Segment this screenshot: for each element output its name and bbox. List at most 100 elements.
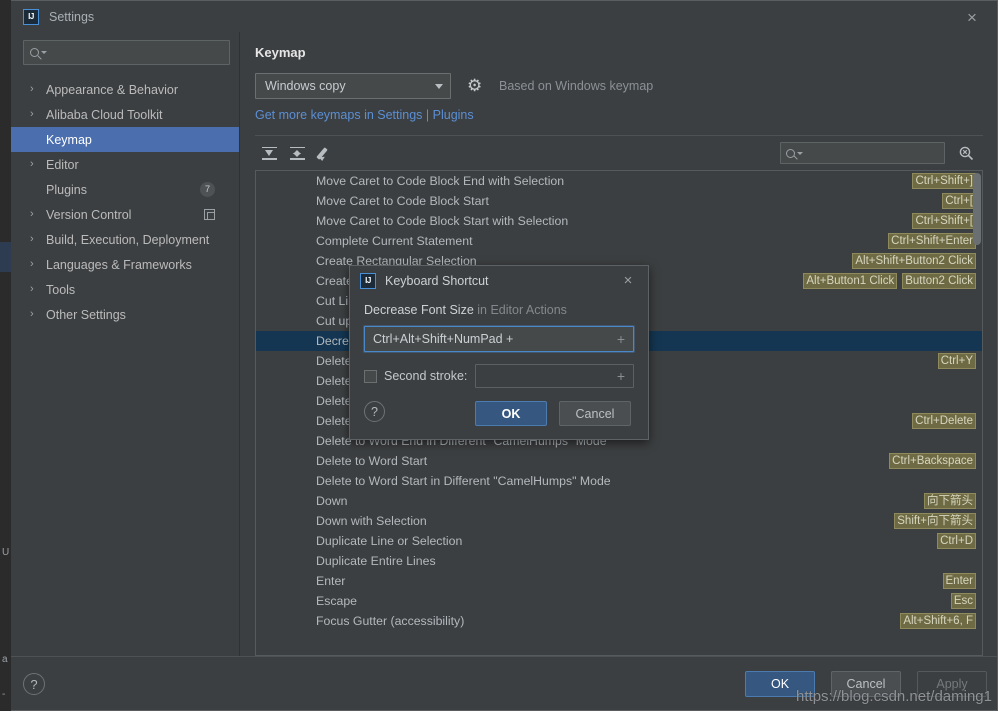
sidebar-item-appearance[interactable]: › Appearance & Behavior	[11, 77, 239, 102]
sidebar-item-build-execution-deployment[interactable]: › Build, Execution, Deployment	[11, 227, 239, 252]
background-glyph: U	[2, 548, 11, 558]
copy-icon	[204, 209, 215, 220]
chevron-right-icon: ›	[30, 84, 40, 95]
table-row[interactable]: Duplicate Line or SelectionCtrl+D	[256, 531, 982, 551]
background-tab	[0, 242, 11, 272]
table-row[interactable]: Complete Current Statement Ctrl+Shift+Ent…	[256, 231, 982, 251]
table-row[interactable]: Enter Enter	[256, 571, 982, 591]
sidebar-item-plugins[interactable]: › Plugins 7	[11, 177, 239, 202]
help-icon[interactable]: ?	[23, 673, 45, 695]
plus-icon: +	[617, 368, 625, 384]
shortcut-group: Alt+Shift+6, F	[900, 613, 976, 629]
table-row[interactable]: Delete to Word StartCtrl+Backspace	[256, 451, 982, 471]
sidebar-item-keymap[interactable]: › Keymap	[11, 127, 239, 152]
action-label: Focus Gutter (accessibility)	[316, 614, 464, 628]
sidebar-item-label: Editor	[46, 158, 79, 172]
table-row[interactable]: Down向下箭头	[256, 491, 982, 511]
keyboard-shortcut-dialog: IJ Keyboard Shortcut × Decrease Font Siz…	[349, 265, 649, 440]
sidebar-item-editor[interactable]: › Editor	[11, 152, 239, 177]
shortcut-group: Ctrl+D	[937, 533, 976, 549]
action-label: Move Caret to Code Block End with Select…	[316, 174, 564, 188]
shortcut-group: Ctrl+Shift+[	[912, 213, 976, 229]
sidebar-item-label: Version Control	[46, 208, 131, 222]
sidebar-item-label: Build, Execution, Deployment	[46, 233, 209, 247]
shortcut-badge: Alt+Shift+6, F	[900, 613, 976, 629]
sidebar-item-other-settings[interactable]: › Other Settings	[11, 302, 239, 327]
settings-sidebar: › Appearance & Behavior › Alibaba Cloud …	[11, 32, 240, 656]
close-icon[interactable]: ×	[618, 270, 638, 290]
first-stroke-value: Ctrl+Alt+Shift+NumPad +	[373, 332, 513, 346]
shortcut-group: Alt+Button1 Click Button2 Click	[803, 273, 976, 289]
shortcut-group: Ctrl+Backspace	[889, 453, 976, 469]
shortcut-group: Ctrl+[	[942, 193, 976, 209]
sidebar-item-tools[interactable]: › Tools	[11, 277, 239, 302]
table-row[interactable]: Duplicate Entire Lines	[256, 551, 982, 571]
shortcut-badge: Ctrl+D	[937, 533, 976, 549]
settings-search-input[interactable]	[23, 40, 230, 65]
help-icon[interactable]: ?	[364, 401, 385, 422]
get-more-keymaps-link[interactable]: Get more keymaps in Settings | Plugins	[255, 108, 983, 122]
intellij-logo-icon: IJ	[23, 9, 39, 25]
sidebar-item-label: Other Settings	[46, 308, 126, 322]
chevron-right-icon: ›	[30, 284, 40, 295]
shortcut-badge: Enter	[943, 573, 977, 589]
action-label: Down	[316, 494, 347, 508]
gear-icon[interactable]	[467, 78, 483, 94]
chevron-right-icon: ›	[30, 209, 40, 220]
settings-titlebar: IJ Settings ×	[11, 1, 997, 32]
chevron-right-icon: ›	[30, 234, 40, 245]
settings-tree: › Appearance & Behavior › Alibaba Cloud …	[11, 77, 239, 327]
table-row[interactable]: Escape Esc	[256, 591, 982, 611]
modal-footer: ? OK Cancel	[350, 391, 648, 439]
close-icon[interactable]: ×	[961, 6, 983, 28]
search-icon	[30, 48, 39, 57]
intellij-logo-icon: IJ	[360, 273, 376, 289]
second-stroke-input[interactable]: +	[475, 364, 634, 388]
shortcut-group: Enter	[943, 573, 977, 589]
expand-all-icon[interactable]	[261, 145, 278, 162]
shortcut-badge: Alt+Button1 Click	[803, 273, 897, 289]
table-row[interactable]: Move Caret to Code Block Start with Sele…	[256, 211, 982, 231]
action-label: Complete Current Statement	[316, 234, 473, 248]
modal-body: Decrease Font Size in Editor Actions Ctr…	[350, 295, 648, 388]
first-stroke-input[interactable]: Ctrl+Alt+Shift+NumPad + +	[364, 326, 634, 352]
table-row[interactable]: Move Caret to Code Block StartCtrl+[	[256, 191, 982, 211]
plus-icon: +	[617, 331, 625, 347]
chevron-right-icon: ›	[30, 159, 40, 170]
table-row[interactable]: Focus Gutter (accessibility) Alt+Shift+6,…	[256, 611, 982, 631]
edit-pencil-icon[interactable]	[317, 145, 334, 162]
collapse-all-icon[interactable]	[289, 145, 306, 162]
keymap-select-value: Windows copy	[265, 79, 346, 93]
shortcut-badge: Ctrl+Backspace	[889, 453, 976, 469]
action-label: Duplicate Entire Lines	[316, 554, 436, 568]
table-row[interactable]: Delete to Word Start in Different "Camel…	[256, 471, 982, 491]
collapse-arrow-down-glyph	[293, 153, 301, 157]
keymap-selector-row: Windows copy Based on Windows keymap	[255, 73, 983, 99]
find-by-shortcut-icon[interactable]	[955, 142, 977, 164]
keymap-select[interactable]: Windows copy	[255, 73, 451, 99]
action-label: Escape	[316, 594, 357, 608]
shortcut-badge: Ctrl+Delete	[912, 413, 976, 429]
shortcut-badge: Button2 Click	[902, 273, 976, 289]
modal-ok-button[interactable]: OK	[475, 401, 547, 426]
shortcut-badge: Ctrl+Y	[938, 353, 976, 369]
sidebar-item-version-control[interactable]: › Version Control	[11, 202, 239, 227]
chevron-right-icon: ›	[30, 309, 40, 320]
dialog-footer: ? OK Cancel Apply https://blog.csdn.net/…	[11, 656, 997, 710]
shortcut-badge: Ctrl+[	[942, 193, 976, 209]
second-stroke-checkbox[interactable]	[364, 370, 377, 383]
sidebar-item-label: Keymap	[46, 133, 92, 147]
action-label: Enter	[316, 574, 345, 588]
background-glyph: a	[2, 655, 11, 665]
chevron-down-icon	[435, 84, 443, 89]
sidebar-item-alibaba-cloud-toolkit[interactable]: › Alibaba Cloud Toolkit	[11, 102, 239, 127]
vertical-scrollbar[interactable]	[973, 173, 981, 245]
table-row[interactable]: Move Caret to Code Block End with Select…	[256, 171, 982, 191]
sidebar-item-languages-frameworks[interactable]: › Languages & Frameworks	[11, 252, 239, 277]
modal-cancel-button[interactable]: Cancel	[559, 401, 631, 426]
keymap-search-input[interactable]	[780, 142, 945, 164]
table-row[interactable]: Down with SelectionShift+向下箭头	[256, 511, 982, 531]
shortcut-group: Esc	[951, 593, 976, 609]
shortcut-badge: Ctrl+Shift+Enter	[888, 233, 976, 249]
chevron-down-icon	[41, 51, 47, 54]
